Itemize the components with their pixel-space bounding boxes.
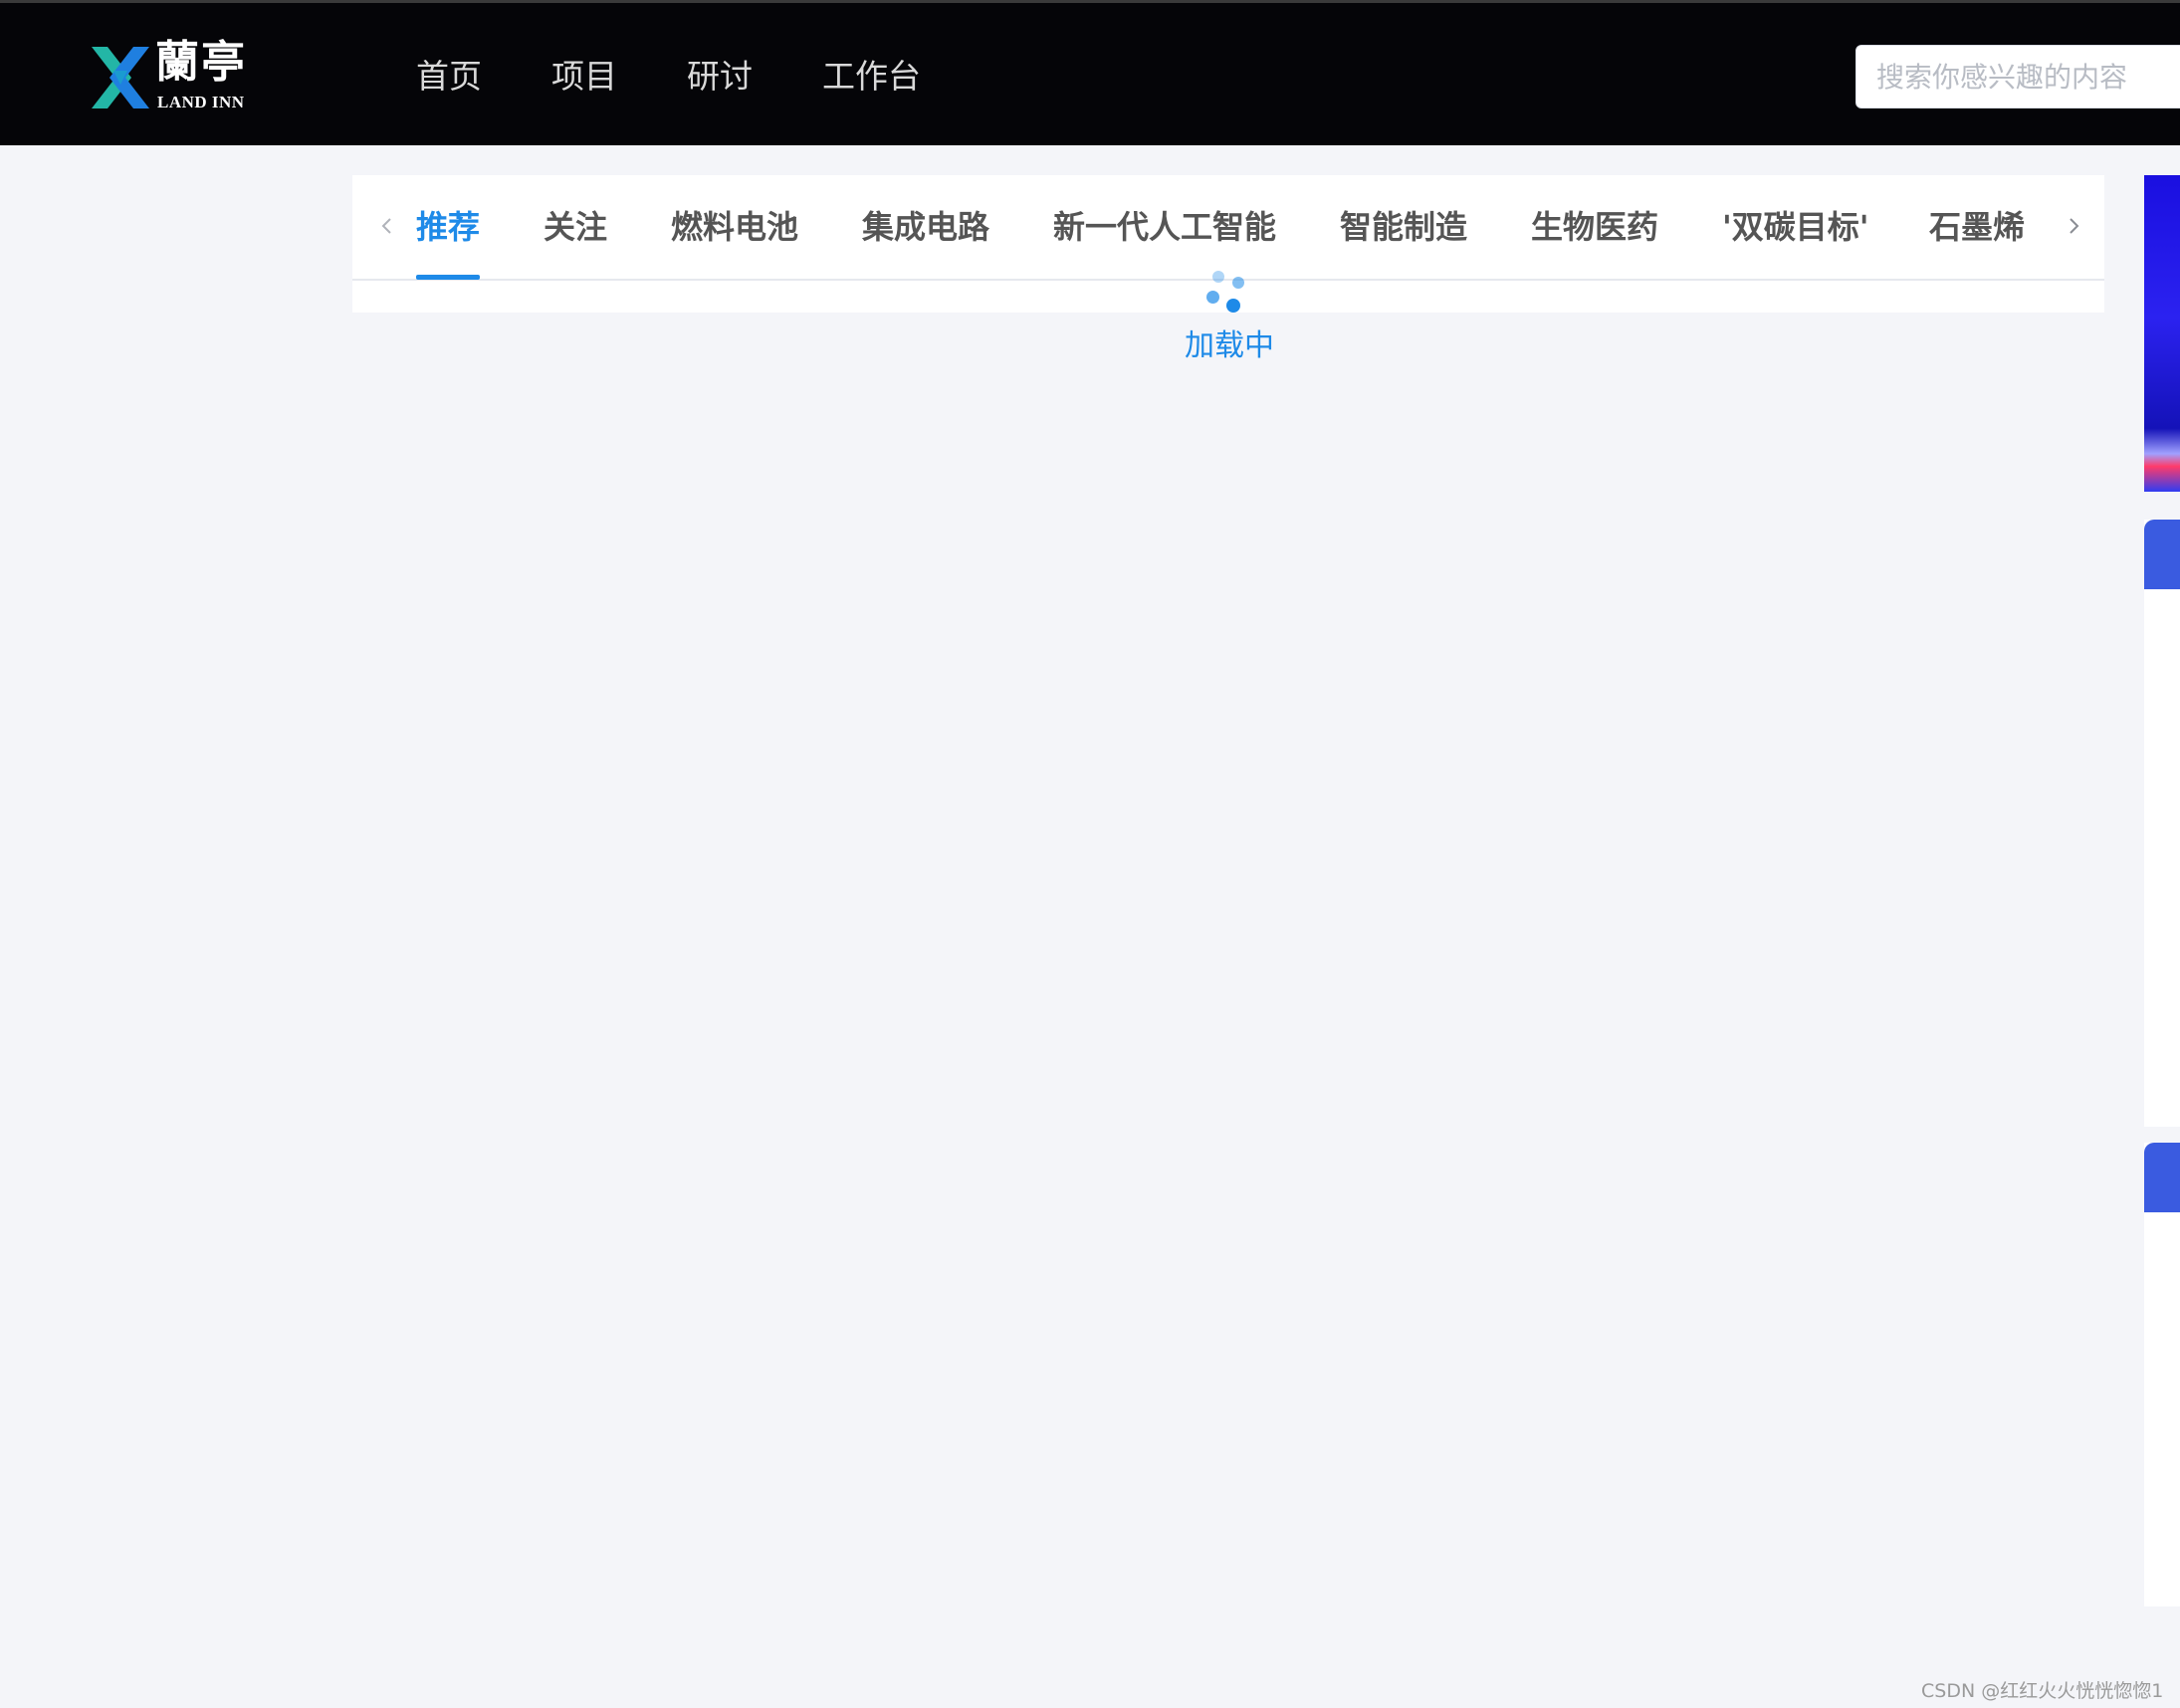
watermark-text: CSDN @红红火火恍恍惚惚1 [1921,1680,2164,1702]
tab-new-ai[interactable]: 新一代人工智能 [1053,205,1276,249]
logo-mark-icon [92,47,149,108]
page: 蘭亭 LAND INN 首页 项目 研讨 工作台 推荐 关注 燃料电池 集成电路… [0,0,2180,1708]
nav-item-home[interactable]: 首页 [416,55,482,99]
side-card-1-header [2144,520,2180,589]
loading-indicator: 加载中 [1175,271,1284,370]
tab-dual-carbon[interactable]: '双碳目标' [1722,205,1869,249]
tab-integrated-circuit[interactable]: 集成电路 [862,205,989,249]
logo-text-en: LAND INN [157,93,245,111]
tab-fuel-cell[interactable]: 燃料电池 [671,205,798,249]
tab-follow[interactable]: 关注 [544,205,607,249]
side-card-1 [2144,520,2180,1127]
nav-item-projects[interactable]: 项目 [551,55,617,99]
tab-smart-manufacturing[interactable]: 智能制造 [1340,205,1467,249]
side-card-2 [2144,1143,2180,1606]
search-input[interactable] [1855,45,2180,108]
nav-item-workbench[interactable]: 工作台 [822,55,921,99]
spinner-icon [1204,271,1254,315]
side-card-2-header [2144,1143,2180,1212]
side-banner-image[interactable] [2144,175,2180,492]
logo-text-cn: 蘭亭 [155,37,247,88]
tab-biomedicine[interactable]: 生物医药 [1531,205,1658,249]
main-nav: 首页 项目 研讨 工作台 [416,55,990,99]
nav-item-seminar[interactable]: 研讨 [687,55,753,99]
brand-logo[interactable]: 蘭亭 LAND INN [92,37,251,118]
tab-graphene[interactable]: 石墨烯 [1929,205,2025,249]
chevron-left-icon[interactable] [372,211,402,241]
tab-recommend[interactable]: 推荐 [416,205,480,249]
top-header: 蘭亭 LAND INN 首页 项目 研讨 工作台 [0,0,2180,145]
active-tab-indicator [416,275,480,280]
chevron-right-icon[interactable] [2059,211,2088,241]
loading-text: 加载中 [1185,328,1274,363]
